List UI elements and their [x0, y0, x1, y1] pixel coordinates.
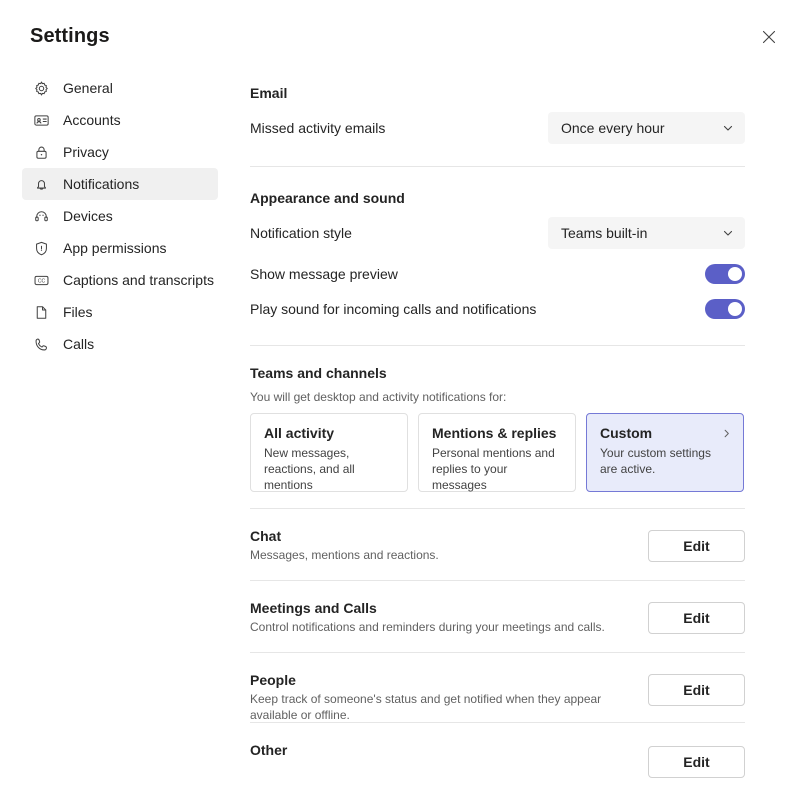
preset-card-title: Custom [600, 425, 653, 441]
missed-activity-label: Missed activity emails [250, 120, 386, 136]
sidebar-item-label: Privacy [63, 144, 109, 160]
play-sound-toggle[interactable] [705, 299, 745, 319]
sidebar-item-app-permissions[interactable]: App permissions [22, 232, 218, 264]
divider [250, 345, 745, 346]
settings-section-people: People Keep track of someone's status and… [250, 672, 745, 723]
divider [250, 508, 745, 509]
teams-channels-subtext: You will get desktop and activity notifi… [250, 390, 507, 404]
phone-icon [31, 334, 51, 354]
settings-section-chat: Chat Messages, mentions and reactions. Edi… [250, 528, 745, 563]
sidebar-item-captions-and-transcripts[interactable]: CC Captions and transcripts [22, 264, 219, 296]
cc-icon: CC [31, 270, 51, 290]
section-description: Messages, mentions and reactions. [250, 548, 439, 562]
toggle-knob [728, 267, 742, 281]
bell-icon [31, 174, 51, 194]
sidebar-item-devices[interactable]: Devices [22, 200, 218, 232]
show-message-preview-row: Show message preview [250, 264, 745, 284]
missed-activity-dropdown[interactable]: Once every hour [548, 112, 745, 144]
sidebar-item-label: Devices [63, 208, 113, 224]
chevron-down-icon [722, 122, 734, 134]
sidebar-item-label: General [63, 80, 113, 96]
edit-button-meetings-and-calls[interactable]: Edit [648, 602, 745, 634]
settings-section-meetings-and-calls: Meetings and Calls Control notifications … [250, 600, 745, 635]
file-icon [31, 302, 51, 322]
preset-card-title: All activity [264, 425, 335, 441]
sidebar-item-label: Notifications [63, 176, 140, 192]
missed-activity-row: Missed activity emails Once every hour [250, 112, 745, 144]
sidebar-item-accounts[interactable]: Accounts [22, 104, 218, 136]
sidebar-item-general[interactable]: General [22, 72, 218, 104]
divider [250, 652, 745, 653]
toggle-knob [728, 302, 742, 316]
settings-dialog: Settings General Accounts Privacy Notificat… [0, 0, 799, 798]
section-description: Control notifications and reminders duri… [250, 620, 605, 634]
page-title: Settings [30, 25, 110, 47]
sidebar-item-label: Captions and transcripts [63, 272, 214, 288]
section-heading-email: Email [250, 85, 288, 101]
sidebar: General Accounts Privacy Notifications Devic… [0, 72, 240, 360]
contact-card-icon [31, 110, 51, 130]
edit-button-chat[interactable]: Edit [648, 530, 745, 562]
show-message-preview-label: Show message preview [250, 266, 398, 282]
headset-icon [31, 206, 51, 226]
close-icon [762, 30, 776, 47]
divider [250, 580, 745, 581]
missed-activity-value: Once every hour [561, 120, 665, 136]
sidebar-item-calls[interactable]: Calls [22, 328, 218, 360]
preset-card-custom[interactable]: Custom Your custom settings are active. [586, 413, 744, 492]
shield-icon [31, 238, 51, 258]
notification-style-dropdown[interactable]: Teams built-in [548, 217, 745, 249]
notification-style-label: Notification style [250, 225, 352, 241]
svg-text:CC: CC [37, 278, 45, 284]
sidebar-item-label: Calls [63, 336, 95, 352]
preset-card-description: Personal mentions and replies to your me… [432, 446, 555, 492]
sidebar-item-label: Files [63, 304, 93, 320]
lock-icon [31, 142, 51, 162]
sidebar-item-label: App permissions [63, 240, 167, 256]
edit-button-people[interactable]: Edit [648, 674, 745, 706]
section-heading-appearance: Appearance and sound [250, 190, 405, 206]
show-message-preview-toggle[interactable] [705, 264, 745, 284]
edit-button-other[interactable]: Edit [648, 746, 745, 778]
preset-card-description: Your custom settings are active. [600, 446, 711, 476]
section-description: Keep track of someone's status and get n… [250, 692, 602, 722]
sidebar-item-privacy[interactable]: Privacy [22, 136, 218, 168]
chevron-down-icon [722, 227, 734, 239]
chevron-right-icon [721, 426, 732, 444]
sidebar-item-notifications[interactable]: Notifications [22, 168, 218, 200]
preset-card-description: New messages, reactions, and all mention… [264, 446, 355, 492]
sidebar-item-label: Accounts [63, 112, 121, 128]
section-heading-teams-channels: Teams and channels [250, 365, 387, 381]
preset-card-title: Mentions & replies [432, 425, 557, 441]
notification-preset-cards: All activity New messages, reactions, and… [250, 413, 744, 492]
gear-icon [31, 78, 51, 98]
settings-section-other: Other Edit [250, 742, 745, 778]
divider [250, 166, 745, 167]
notification-style-row: Notification style Teams built-in [250, 217, 745, 249]
play-sound-label: Play sound for incoming calls and notifi… [250, 301, 537, 317]
play-sound-row: Play sound for incoming calls and notifi… [250, 299, 745, 319]
divider [250, 722, 745, 723]
notification-style-value: Teams built-in [561, 225, 648, 241]
preset-card-all-activity[interactable]: All activity New messages, reactions, and… [250, 413, 408, 492]
sidebar-item-files[interactable]: Files [22, 296, 218, 328]
preset-card-mentions-replies[interactable]: Mentions & replies Personal mentions and … [418, 413, 576, 492]
close-button[interactable] [753, 22, 785, 54]
